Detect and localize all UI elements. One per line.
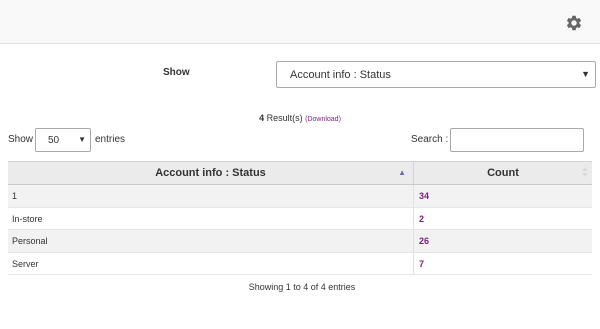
results-summary: 4 Result(s) (Download) [0, 113, 600, 123]
length-label-prefix: Show [8, 134, 34, 145]
column-header-status[interactable]: Account info : Status ▲ [8, 162, 414, 184]
status-cell: In-store [8, 207, 414, 229]
dropdown-arrow-icon: ▼ [581, 69, 590, 79]
results-table: Account info : Status ▲ Count 1 34 In-st… [8, 161, 592, 275]
table-row: Personal 26 [8, 230, 592, 253]
gear-icon[interactable] [565, 14, 583, 32]
table-row: Server 7 [8, 252, 592, 275]
status-cell: 1 [8, 185, 414, 207]
top-bar [0, 0, 600, 44]
sort-both-icon [581, 167, 588, 179]
count-cell[interactable]: 2 [414, 208, 592, 230]
filter-label: Show [163, 67, 190, 78]
filter-select-value: Account info : Status [290, 69, 391, 81]
column-header-label: Count [487, 167, 519, 179]
search-label: Search : [411, 134, 449, 145]
search-input[interactable] [450, 128, 584, 152]
count-cell[interactable]: 34 [414, 185, 592, 207]
table-info: Showing 1 to 4 of 4 entries [248, 282, 356, 292]
count-cell[interactable]: 26 [414, 230, 592, 252]
status-cell: Personal [8, 230, 414, 252]
table-row: In-store 2 [8, 207, 592, 230]
filter-select[interactable]: Account info : Status ▼ [276, 61, 596, 88]
sort-ascending-icon: ▲ [398, 168, 406, 177]
table-header: Account info : Status ▲ Count [8, 161, 592, 185]
column-header-count[interactable]: Count [414, 162, 592, 184]
column-header-label: Account info : Status [155, 167, 266, 179]
length-label-suffix: entries [95, 134, 126, 145]
results-text: Result(s) [264, 113, 306, 123]
entries-length-select[interactable]: 50 ▼ [35, 128, 91, 152]
download-link[interactable]: (Download) [305, 116, 341, 123]
entries-length-value: 50 [48, 135, 60, 146]
dropdown-arrow-icon: ▼ [78, 135, 86, 144]
status-cell: Server [8, 252, 414, 274]
count-cell[interactable]: 7 [414, 253, 592, 275]
table-row: 1 34 [8, 185, 592, 208]
